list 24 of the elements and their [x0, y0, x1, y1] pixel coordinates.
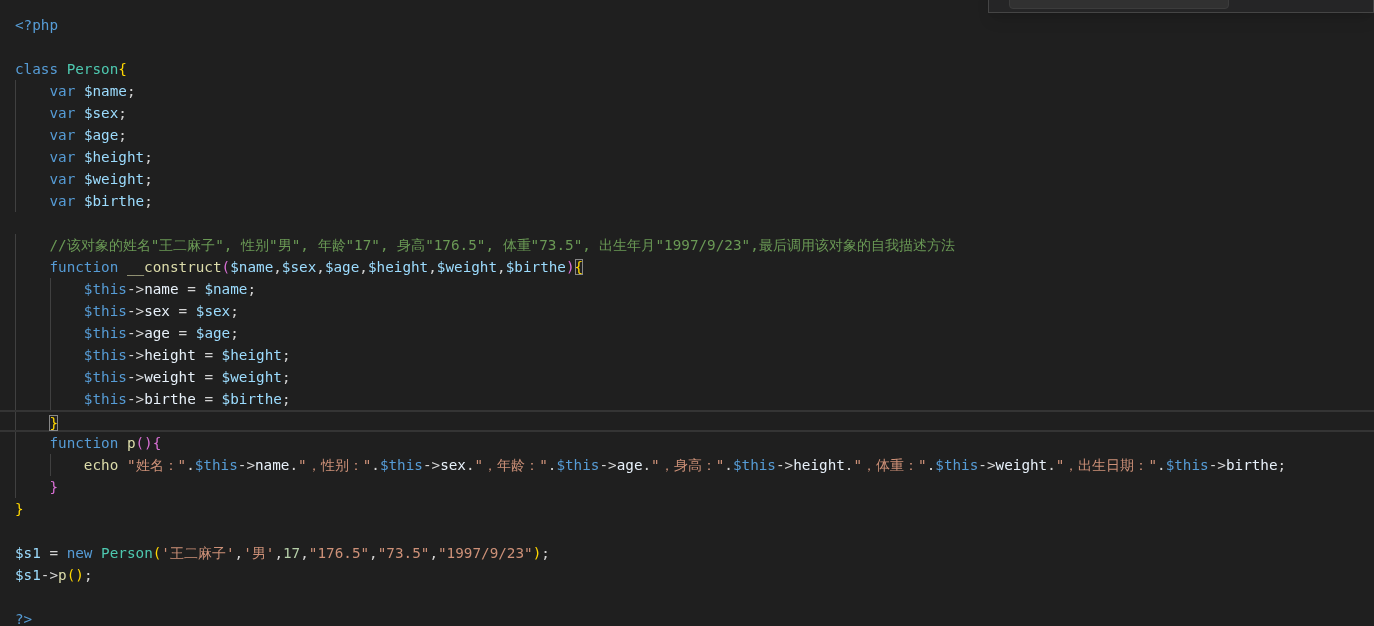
code-line: }	[0, 410, 1374, 432]
code-line: var $weight;	[0, 168, 1374, 190]
code-line: class Person{	[14, 60, 128, 79]
code-line: $this->height = $height;	[0, 344, 1374, 366]
code-line: $s1 = new Person('王二麻子','男',17,"176.5","73.5","1997/9/23");	[14, 544, 551, 563]
code-line: echo "姓名：".$this->name."，性别：".$this->sex."，年龄：".$this->age."，身高：".$this->height."，体重：".$this->weight."，出生日期：".$this->birthe;	[0, 454, 1374, 476]
code-line: }	[0, 476, 1374, 498]
code-line: var $age;	[0, 124, 1374, 146]
code-line: //该对象的姓名"王二麻子", 性别"男", 年龄"17", 身高"176.5", 体重"73.5", 出生年月"1997/9/23",最后调用该对象的自我描述方法	[0, 234, 1374, 256]
code-line: function __construct($name,$sex,$age,$height,$weight,$birthe){	[0, 256, 1374, 278]
code-line: $this->name = $name;	[0, 278, 1374, 300]
code-line: var $height;	[0, 146, 1374, 168]
code-line: $this->sex = $sex;	[0, 300, 1374, 322]
code-line: var $sex;	[0, 102, 1374, 124]
code-line: $s1->p();	[14, 566, 94, 585]
code-line: var $name;	[0, 80, 1374, 102]
code-line: function p(){	[0, 432, 1374, 454]
code-line: }	[14, 500, 25, 519]
code-line: $this->weight = $weight;	[0, 366, 1374, 388]
code-line: ?>	[14, 610, 34, 626]
code-line: $this->birthe = $birthe;	[0, 388, 1374, 410]
code-line: <?php	[14, 16, 60, 35]
code-line: $this->age = $age;	[0, 322, 1374, 344]
code-line: var $birthe;	[0, 190, 1374, 212]
